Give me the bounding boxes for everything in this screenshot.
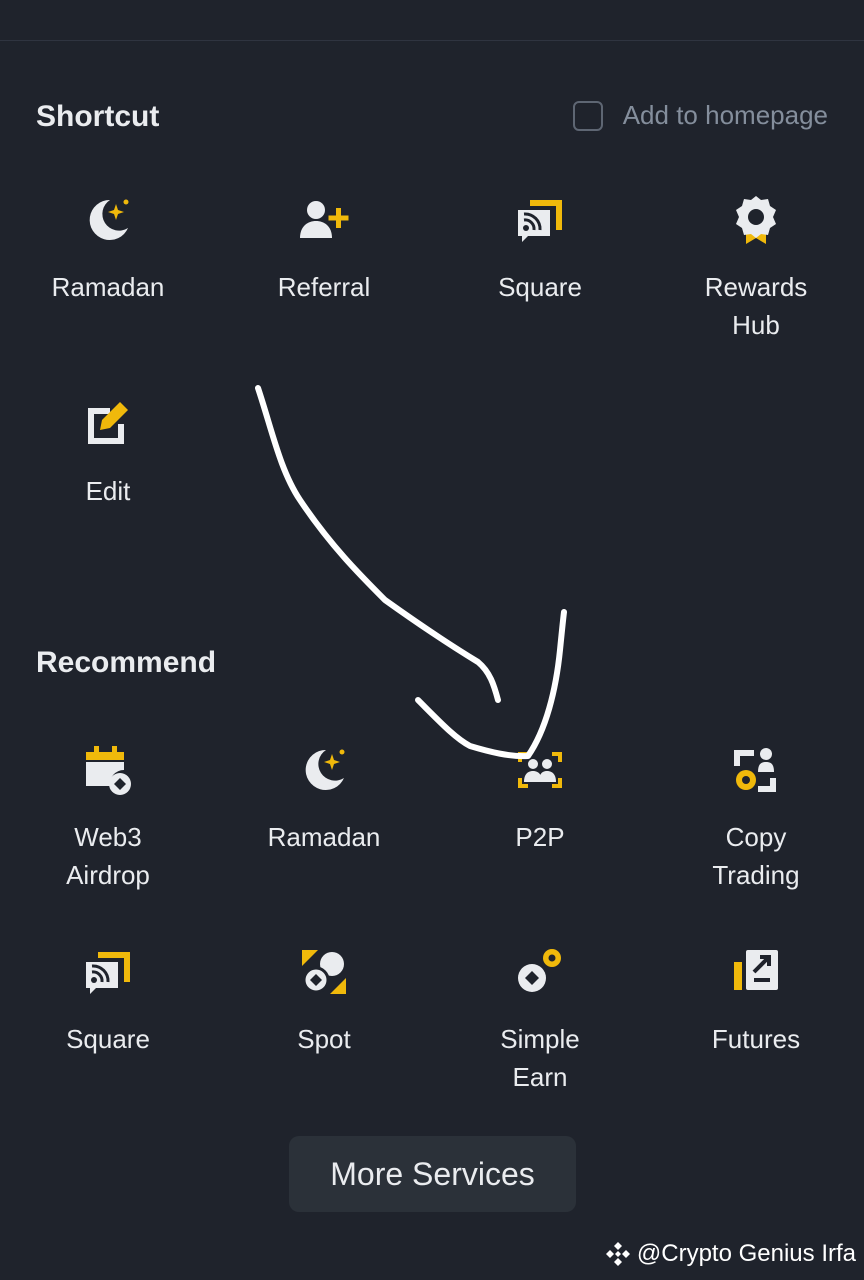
recommend-item-label: Web3 Airdrop [66,822,150,890]
shortcut-item-label: Referral [277,272,371,302]
crescent-star-icon [89,199,129,240]
recommend-item-futures[interactable]: Futures [648,944,864,1058]
calendar-airdrop-icon [86,746,131,795]
shortcut-item-ramadan[interactable]: Ramadan [0,192,216,306]
add-to-homepage-toggle[interactable]: Add to homepage [572,100,828,131]
recommend-title: Recommend [36,646,217,679]
recommend-item-label: Spot [297,1024,351,1054]
shortcut-item-referral[interactable]: Referral [216,192,432,306]
copy-trading-icon [734,748,776,792]
simple-earn-icon [518,949,561,992]
recommend-item-label: P2P [515,822,565,852]
crescent-star-icon [305,749,345,790]
top-divider [0,40,864,41]
recommend-item-ramadan[interactable]: Ramadan [216,742,432,856]
square-feed-icon [86,952,130,994]
add-to-homepage-checkbox[interactable] [572,100,603,131]
recommend-item-label: Copy Trading [712,822,800,890]
add-user-icon [300,201,349,238]
add-to-homepage-label: Add to homepage [622,100,828,130]
more-services-button[interactable]: More Services [289,1136,576,1212]
recommend-item-simple-earn[interactable]: Simple Earn [432,944,648,1096]
edit-icon [88,402,128,444]
recommend-item-label: Square [66,1024,150,1054]
recommend-item-spot[interactable]: Spot [216,944,432,1058]
spot-icon [302,950,346,994]
futures-icon [734,950,778,990]
rewards-badge-icon [736,196,776,244]
recommend-item-square[interactable]: Square [0,944,216,1058]
recommend-item-copy-trading[interactable]: Copy Trading [648,742,864,894]
watermark-text: @Crypto Genius Irfa [636,1240,856,1267]
square-feed-icon [518,200,562,242]
recommend-item-label: Ramadan [267,822,381,852]
diamond-logo-icon [605,1242,630,1266]
shortcut-title: Shortcut [36,100,160,133]
p2p-users-icon [518,752,562,788]
shortcut-item-rewards-hub[interactable]: Rewards Hub [648,192,864,344]
recommend-item-web3-airdrop[interactable]: Web3 Airdrop [0,742,216,894]
shortcut-item-label: Ramadan [51,272,165,302]
shortcut-item-label: Square [498,272,582,302]
recommend-item-label: Simple Earn [500,1024,580,1092]
recommend-item-label: Futures [711,1024,801,1054]
shortcut-item-label: Edit [85,476,131,506]
shortcut-item-square[interactable]: Square [432,192,648,306]
shortcut-item-label: Rewards Hub [704,272,808,340]
shortcut-item-edit[interactable]: Edit [0,396,216,510]
watermark: @Crypto Genius Irfa [605,1240,856,1268]
recommend-item-p2p[interactable]: P2P [432,742,648,856]
